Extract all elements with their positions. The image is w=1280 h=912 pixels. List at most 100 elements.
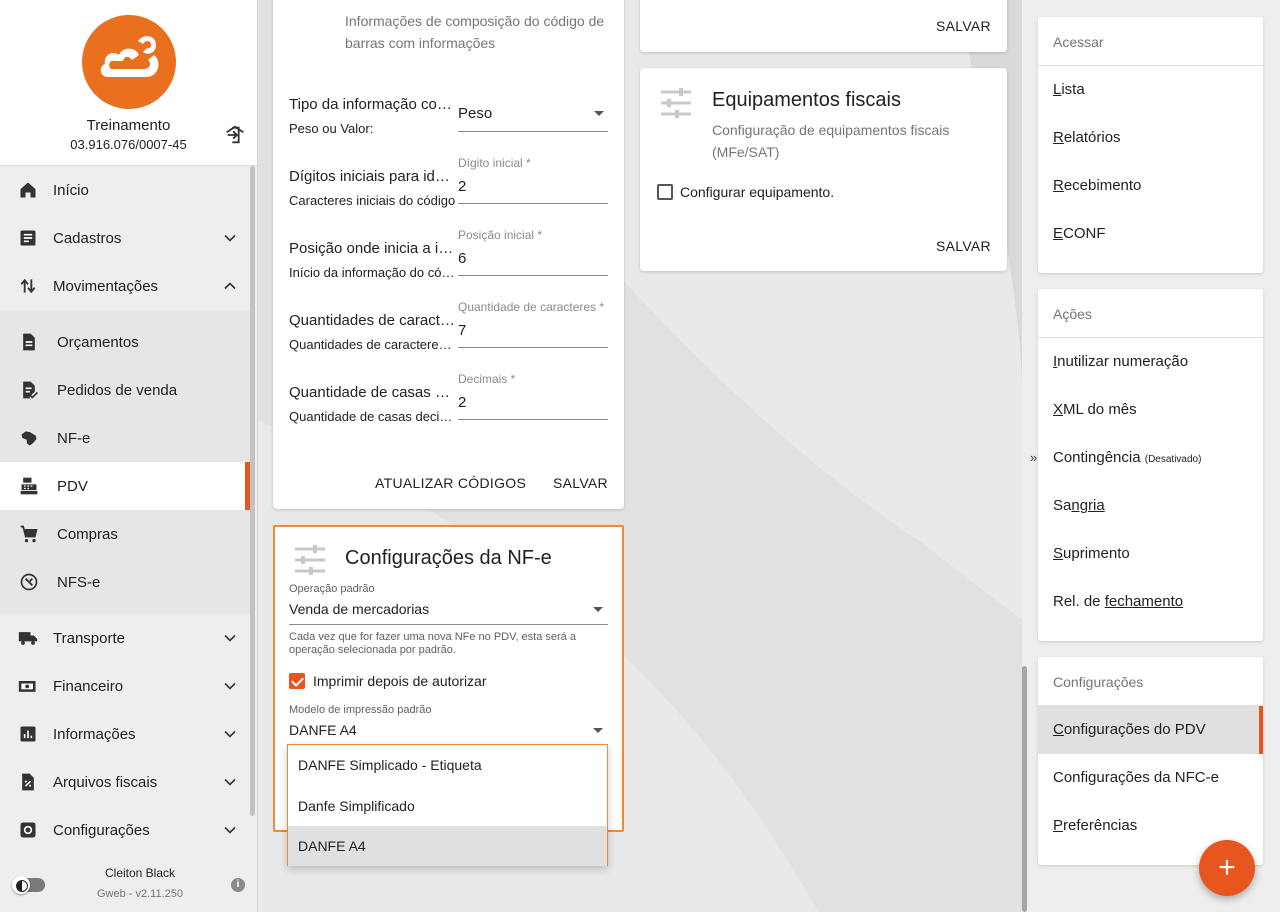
sidebar-item-orcamentos[interactable]: Orçamentos (0, 318, 250, 366)
field-label: Operação padrão (289, 583, 375, 595)
chevron-down-icon (224, 730, 236, 738)
sliders-icon (295, 545, 325, 575)
sidebar: Treinamento 03.916.076/0007-45 Início Ca… (0, 0, 258, 912)
menu-item-econf[interactable]: ECONF (1038, 210, 1263, 258)
row-subtitle: Caracteres iniciais do código (289, 193, 456, 208)
menu-item-recebimento[interactable]: Recebimento (1038, 162, 1263, 210)
sidebar-item-label: Financeiro (53, 677, 124, 695)
update-codes-button[interactable]: ATUALIZAR CÓDIGOS (375, 475, 526, 491)
field-underline (458, 131, 608, 132)
sliders-icon (661, 88, 691, 118)
chevron-down-icon (224, 682, 236, 690)
sidebar-item-label: Arquivos fiscais (53, 773, 158, 791)
sidebar-item-label: Informações (53, 725, 136, 743)
document-check-icon (23, 381, 38, 399)
sidebar-item-configuracoes[interactable]: Configurações (0, 806, 250, 854)
sidebar-item-pdv[interactable]: PDV (0, 462, 250, 510)
sidebar-item-label: Orçamentos (57, 333, 139, 351)
select-value: Venda de mercadorias (289, 601, 430, 617)
movimentacoes-submenu: Orçamentos Pedidos de venda NF-e PDV Com… (0, 310, 250, 614)
chevron-down-icon (224, 634, 236, 642)
company-name: Treinamento (86, 117, 171, 134)
dropdown-option-selected[interactable]: DANFE A4 (288, 826, 607, 866)
sidebar-item-label: Início (53, 181, 89, 199)
field-underline (458, 347, 608, 348)
sidebar-scrollbar[interactable] (250, 166, 255, 816)
app-version: Gweb - v2.11.250 (96, 888, 183, 900)
row-title: Dígitos iniciais para identificação (289, 168, 457, 185)
save-button[interactable]: SALVAR (936, 238, 991, 254)
theme-toggle[interactable] (12, 876, 45, 894)
top-config-card: SALVAR (640, 0, 1007, 52)
chevron-down-icon (224, 826, 236, 834)
settings-menu: Configurações Configurações do PDV Confi… (1038, 657, 1263, 865)
sidebar-item-nfse[interactable]: NFS-e (0, 558, 250, 606)
field-underline (289, 624, 608, 625)
sidebar-item-pedidos-de-venda[interactable]: Pedidos de venda (0, 366, 250, 414)
menu-item-rel-fechamento[interactable]: Rel. de fechamento (1038, 578, 1263, 626)
field-label: Dígito inicial * (458, 156, 531, 170)
card-description: Configuração de equipamentos fiscais (MF… (712, 122, 950, 160)
sidebar-item-inicio[interactable]: Início (0, 166, 250, 214)
sidebar-item-label: Pedidos de venda (57, 381, 178, 399)
sidebar-item-label: Configurações (53, 821, 150, 839)
save-button[interactable]: SALVAR (936, 18, 991, 34)
money-icon (18, 681, 36, 692)
dropdown-arrow-icon (594, 111, 604, 116)
cash-register-icon (20, 477, 38, 495)
info-icon[interactable]: i (231, 878, 245, 892)
user-name: Cleiton Black (104, 866, 176, 880)
access-header: Acessar (1053, 34, 1104, 50)
menu-item-configuracoes-pdv[interactable]: Configurações do PDV (1038, 706, 1263, 754)
field-value: 6 (458, 250, 467, 267)
chevron-down-icon (224, 778, 236, 786)
sidebar-item-label: NF-e (57, 429, 91, 447)
sidebar-item-arquivos-fiscais[interactable]: Arquivos fiscais (0, 758, 250, 806)
menu-item-suprimento[interactable]: Suprimento (1038, 530, 1263, 578)
settings-header: Configurações (1053, 674, 1144, 690)
cart-icon (20, 525, 38, 543)
menu-item-relatorios[interactable]: Relatórios (1038, 114, 1263, 162)
dropdown-option[interactable]: DANFE Simplicado - Etiqueta (288, 745, 607, 785)
sidebar-item-transporte[interactable]: Transporte (0, 614, 250, 662)
checkbox-label: Configurar equipamento. (680, 184, 835, 200)
menu-item-inutilizar-numeracao[interactable]: Inutilizar numeração (1038, 338, 1263, 386)
row-subtitle: Início da informação do código (289, 265, 457, 280)
row-title: Quantidade de casas decimais (289, 384, 457, 401)
menu-item-contingencia[interactable]: Contingência (Desativado) (1038, 434, 1263, 482)
field-underline (458, 419, 608, 420)
tools-icon (20, 573, 38, 591)
print-model-dropdown-menu: DANFE Simplicado - Etiqueta Danfe Simpli… (287, 744, 608, 866)
sidebar-item-label: NFS-e (57, 573, 101, 591)
switch-company-icon[interactable] (224, 124, 246, 146)
field-underline (458, 203, 608, 204)
sidebar-item-movimentacoes[interactable]: Movimentações (0, 262, 250, 310)
double-chevron-icon: » (1030, 450, 1038, 465)
sidebar-item-cadastros[interactable]: Cadastros (0, 214, 250, 262)
menu-item-configuracoes-nfce[interactable]: Configurações da NFC-e (1038, 754, 1263, 802)
field-value: 2 (458, 394, 467, 411)
sidebar-item-informacoes[interactable]: Informações (0, 710, 250, 758)
home-icon (20, 182, 36, 198)
swap-icon (20, 278, 36, 294)
card-title: Equipamentos fiscais (712, 89, 901, 111)
row-title: Posição onde inicia a informação (289, 240, 457, 257)
sidebar-item-nfe[interactable]: NF-e (0, 414, 250, 462)
save-button[interactable]: SALVAR (553, 475, 608, 491)
sidebar-item-label: Compras (57, 525, 118, 543)
print-after-authorize-checkbox[interactable] (289, 673, 305, 689)
brazil-map-icon (21, 431, 37, 446)
main-scrollbar[interactable] (1022, 666, 1027, 912)
chevron-up-icon (224, 282, 236, 290)
dropdown-option[interactable]: Danfe Simplificado (288, 786, 607, 826)
configure-equipment-checkbox[interactable] (657, 184, 673, 200)
sidebar-item-financeiro[interactable]: Financeiro (0, 662, 250, 710)
chevron-down-icon (224, 234, 236, 242)
chart-icon (20, 726, 36, 742)
menu-item-sangria[interactable]: Sangria (1038, 482, 1263, 530)
menu-item-xml-do-mes[interactable]: XML do mês (1038, 386, 1263, 434)
theme-toggle-icon (12, 876, 30, 894)
sidebar-item-compras[interactable]: Compras (0, 510, 250, 558)
add-fab-button[interactable]: + (1199, 840, 1255, 896)
menu-item-lista[interactable]: Lista (1038, 66, 1263, 114)
